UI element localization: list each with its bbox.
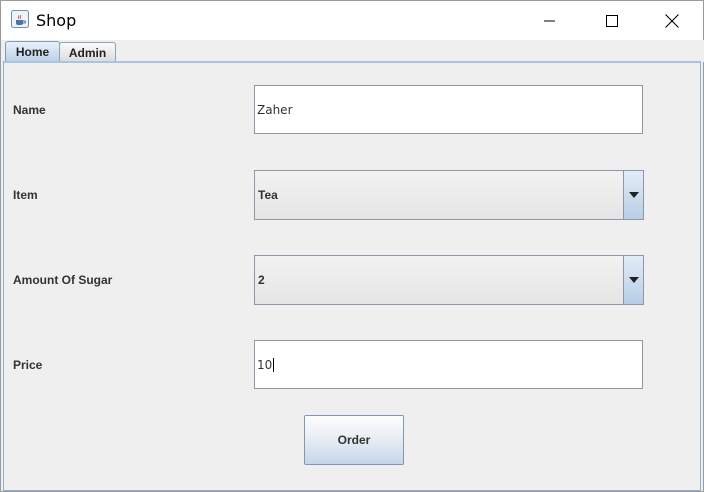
name-label: Name (13, 103, 46, 117)
sugar-label: Amount Of Sugar (13, 273, 113, 287)
close-icon (665, 13, 679, 28)
tab-home[interactable]: Home (5, 41, 60, 62)
maximize-icon (606, 14, 618, 27)
price-input-value: 10 (257, 357, 273, 372)
close-button[interactable] (649, 1, 695, 40)
title-bar[interactable]: Shop (1, 1, 703, 40)
shop-window: Shop Home Admin Name Zaher Item Tea Amou… (0, 0, 704, 492)
price-input[interactable]: 10 (254, 340, 643, 389)
order-button[interactable]: Order (304, 415, 404, 465)
item-label: Item (13, 188, 38, 202)
minimize-icon (544, 20, 555, 21)
item-dropdown-button[interactable] (623, 171, 643, 219)
tab-strip: Home Admin (2, 40, 704, 62)
item-select-value: Tea (258, 188, 278, 202)
java-cup-icon[interactable] (11, 10, 29, 28)
sugar-select[interactable]: 2 (254, 255, 644, 305)
minimize-button[interactable] (527, 1, 573, 40)
chevron-down-icon (628, 277, 639, 283)
chevron-down-icon (628, 192, 639, 198)
price-label: Price (13, 358, 43, 372)
item-select[interactable]: Tea (254, 170, 644, 220)
text-caret (273, 357, 275, 372)
name-input[interactable]: Zaher (254, 85, 643, 134)
sugar-dropdown-button[interactable] (623, 256, 643, 304)
tab-admin[interactable]: Admin (59, 42, 116, 62)
sugar-select-value: 2 (258, 273, 265, 287)
window-title: Shop (36, 11, 77, 30)
maximize-button[interactable] (589, 1, 635, 40)
name-input-value: Zaher (257, 102, 293, 117)
